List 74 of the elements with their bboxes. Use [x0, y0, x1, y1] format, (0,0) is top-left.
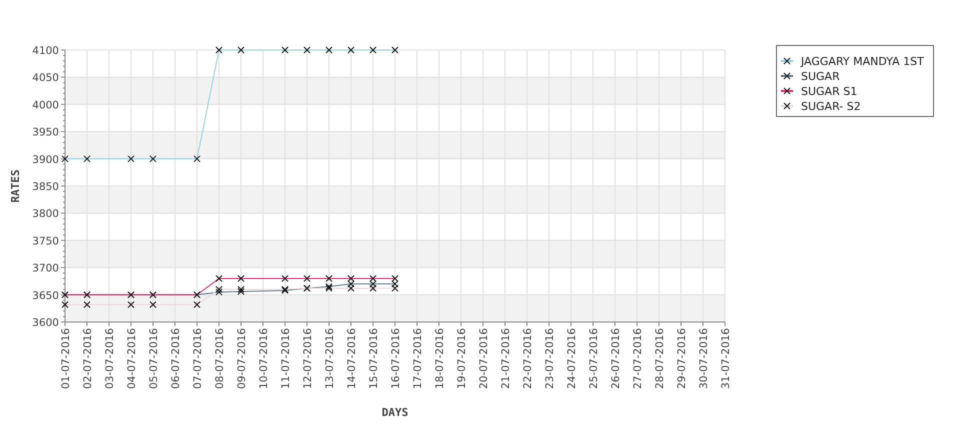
y-tick-label: 4100	[32, 45, 59, 57]
x-tick-label: 27-07-2016	[632, 328, 644, 390]
y-tick-label: 3750	[32, 235, 59, 248]
legend-swatch-icon	[781, 58, 793, 64]
data-point-marker	[348, 46, 354, 54]
x-tick-label: 05-07-2016	[148, 328, 160, 390]
x-tick-label: 16-07-2016	[390, 328, 402, 390]
legend-label: JAGGARY MANDYA 1ST	[801, 55, 924, 68]
y-tick-label: 4000	[32, 99, 59, 112]
x-tick-label: 31-07-2016	[720, 328, 732, 390]
data-point-marker	[282, 274, 288, 282]
data-point-marker	[304, 274, 310, 282]
legend-swatch-icon	[781, 88, 793, 94]
data-point-marker	[238, 274, 244, 282]
data-point-marker	[326, 46, 332, 54]
data-point-marker	[84, 301, 90, 308]
x-axis-title: DAYS	[382, 406, 408, 419]
x-tick-label: 24-07-2016	[566, 328, 578, 390]
x-tick-label: 28-07-2016	[654, 328, 666, 390]
x-tick-label: 07-07-2016	[192, 328, 204, 390]
x-tick-label: 01-07-2016	[60, 328, 72, 390]
data-point-marker	[62, 301, 68, 308]
x-tick-label: 19-07-2016	[456, 328, 468, 390]
data-point-marker	[216, 274, 222, 282]
legend-label: SUGAR	[801, 70, 840, 83]
x-tick-label: 12-07-2016	[302, 328, 314, 390]
y-tick-label: 3900	[32, 154, 59, 166]
x-tick-label: 13-07-2016	[324, 328, 336, 390]
data-point-marker	[282, 46, 288, 54]
x-tick-label: 18-07-2016	[434, 328, 446, 390]
x-tick-label: 26-07-2016	[610, 328, 622, 390]
x-tick-label: 30-07-2016	[698, 328, 710, 390]
data-point-marker	[304, 46, 310, 54]
data-point-marker	[216, 46, 222, 54]
y-tick-label: 3600	[32, 317, 59, 329]
x-tick-label: 29-07-2016	[676, 328, 688, 390]
legend-label: SUGAR- S2	[801, 100, 861, 113]
data-point-marker	[238, 46, 244, 54]
x-tick-label: 02-07-2016	[82, 328, 94, 390]
data-point-marker	[194, 301, 200, 308]
data-point-marker	[128, 301, 134, 308]
data-point-marker	[370, 46, 376, 54]
y-tick-label: 3850	[32, 181, 59, 193]
data-point-marker	[392, 46, 398, 54]
y-tick-label: 3800	[32, 208, 59, 220]
x-tick-label: 04-07-2016	[126, 328, 138, 390]
x-tick-label: 20-07-2016	[478, 328, 490, 390]
data-point-marker	[150, 155, 156, 162]
y-tick-label: 4050	[32, 72, 59, 84]
legend-swatch-icon	[781, 72, 793, 80]
legend-swatch-icon	[781, 102, 793, 110]
data-point-marker	[62, 155, 68, 162]
data-point-marker	[128, 155, 134, 162]
x-tick-label: 14-07-2016	[346, 328, 358, 390]
x-tick-label: 06-07-2016	[170, 328, 182, 390]
data-point-marker	[194, 155, 200, 162]
data-point-marker	[84, 155, 90, 162]
x-tick-label: 03-07-2016	[104, 328, 116, 390]
data-point-marker	[150, 301, 156, 308]
x-tick-label: 09-07-2016	[236, 328, 248, 390]
x-tick-label: 25-07-2016	[588, 328, 600, 390]
legend-label: SUGAR S1	[801, 85, 858, 98]
x-tick-label: 17-07-2016	[412, 328, 424, 390]
x-tick-label: 15-07-2016	[368, 328, 380, 390]
x-tick-label: 10-07-2016	[258, 328, 270, 390]
y-tick-label: 3700	[32, 262, 59, 275]
x-tick-label: 23-07-2016	[544, 328, 556, 390]
x-tick-label: 21-07-2016	[500, 328, 512, 390]
x-tick-label: 11-07-2016	[280, 328, 292, 390]
y-tick-label: 3950	[32, 126, 59, 139]
y-tick-label: 3650	[32, 290, 59, 302]
y-axis-title: RATES	[9, 169, 22, 203]
x-tick-label: 08-07-2016	[214, 328, 226, 390]
x-tick-label: 22-07-2016	[522, 328, 534, 390]
